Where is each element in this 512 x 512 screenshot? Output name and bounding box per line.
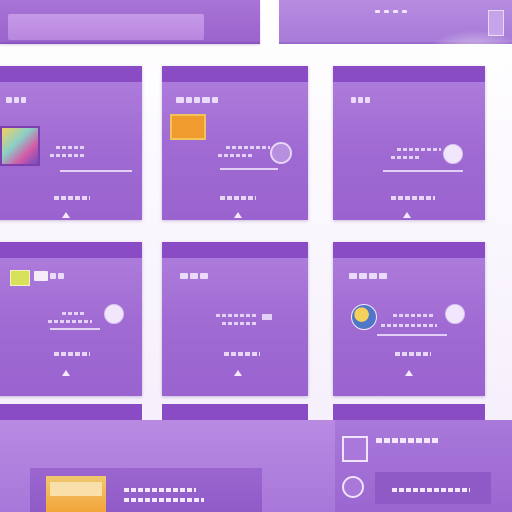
card-divider <box>50 328 100 330</box>
card-text-line <box>218 154 254 157</box>
card-divider <box>60 170 132 172</box>
control-dot[interactable] <box>375 10 380 13</box>
avatar-icon[interactable] <box>342 476 364 498</box>
card-6[interactable] <box>333 242 485 396</box>
window-controls[interactable] <box>375 10 411 14</box>
card-1[interactable] <box>0 66 142 220</box>
card-title <box>351 96 370 104</box>
avatar-icon[interactable] <box>270 142 292 164</box>
card-4[interactable] <box>0 242 142 396</box>
avatar-icon[interactable] <box>104 304 124 324</box>
card-title <box>349 272 387 280</box>
control-dot[interactable] <box>384 10 389 13</box>
caret-up-icon[interactable] <box>403 212 411 218</box>
details-text-line <box>124 498 204 502</box>
image-thumbnail-icon[interactable] <box>10 270 30 286</box>
control-dot[interactable] <box>402 10 407 13</box>
card-title <box>176 96 218 104</box>
card-text-line <box>222 322 256 325</box>
card-header <box>0 66 142 82</box>
caret-up-icon[interactable] <box>62 370 70 376</box>
avatar-icon[interactable] <box>443 144 463 164</box>
caret-up-icon[interactable] <box>234 212 242 218</box>
thumbnail-label <box>50 482 102 496</box>
image-thumbnail-icon[interactable] <box>46 476 106 512</box>
card-title <box>6 96 26 104</box>
card-text-line <box>393 314 433 317</box>
top-toolbar-left <box>0 0 260 44</box>
card-text-line <box>48 320 92 323</box>
card-footer-text <box>54 352 90 356</box>
caret-up-icon[interactable] <box>234 370 242 376</box>
card-text-line <box>62 312 84 315</box>
card-header <box>333 242 485 258</box>
app-root <box>0 0 512 512</box>
avatar-icon[interactable] <box>445 304 465 324</box>
card-divider <box>377 334 447 336</box>
card-text-line <box>50 154 84 157</box>
card-text-line <box>226 146 270 149</box>
image-thumbnail-icon[interactable] <box>170 114 206 140</box>
globe-icon[interactable] <box>351 304 377 330</box>
card-title <box>180 272 208 280</box>
card-divider <box>220 168 278 170</box>
card-divider <box>383 170 463 172</box>
card-text-line <box>381 324 437 327</box>
card-header <box>162 66 308 82</box>
card-footer-text <box>224 352 260 356</box>
card-text-line <box>216 314 256 317</box>
details-panel <box>0 420 512 512</box>
card-text-line <box>56 146 86 149</box>
card-5[interactable] <box>162 242 308 396</box>
card-title <box>34 271 64 281</box>
card-text-line <box>391 156 421 159</box>
search-input[interactable] <box>8 14 204 40</box>
card-footer-text <box>391 196 435 200</box>
caret-up-icon[interactable] <box>405 370 413 376</box>
window-icon[interactable] <box>342 436 368 462</box>
card-header <box>0 242 142 258</box>
caret-up-icon[interactable] <box>62 212 70 218</box>
card-divider <box>262 314 272 320</box>
image-thumbnail-icon[interactable] <box>0 126 40 166</box>
control-dot[interactable] <box>393 10 398 13</box>
details-title <box>376 438 438 443</box>
card-3[interactable] <box>333 66 485 220</box>
card-header <box>162 242 308 258</box>
card-header <box>333 66 485 82</box>
card-footer-text <box>54 196 90 200</box>
card-footer-text <box>220 196 256 200</box>
card-2[interactable] <box>162 66 308 220</box>
card-text-line <box>397 148 441 151</box>
details-text-line <box>124 488 196 492</box>
card-footer-text <box>395 352 431 356</box>
details-input-text <box>392 488 470 492</box>
